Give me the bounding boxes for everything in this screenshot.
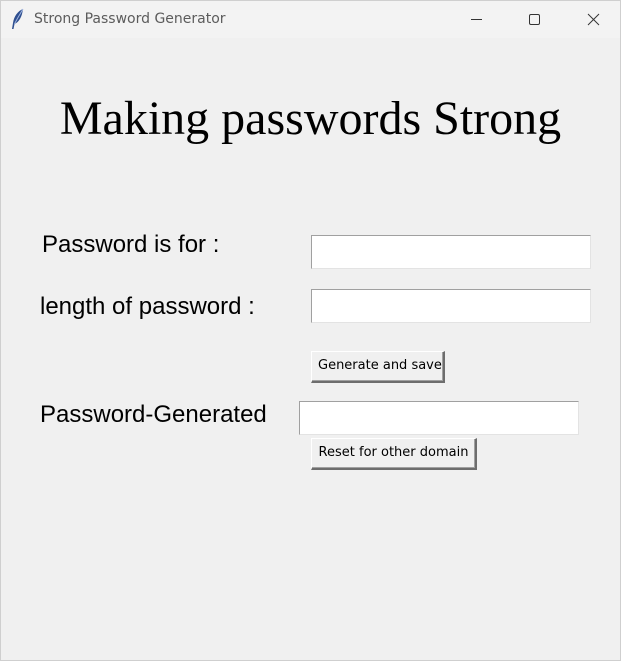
password-length-label: length of password : [40,293,255,320]
reset-button[interactable]: Reset for other domain [311,438,477,470]
password-generated-output[interactable] [299,401,579,435]
close-button[interactable] [563,1,621,38]
password-for-input[interactable] [311,235,591,269]
title-bar[interactable]: Strong Password Generator [1,1,620,38]
generate-save-button[interactable]: Generate and save [311,351,445,383]
page-title: Making passwords Strong [59,92,562,145]
password-for-label: Password is for : [42,231,220,258]
maximize-button[interactable] [505,1,563,38]
window-title: Strong Password Generator [34,11,226,27]
feather-icon [10,8,26,30]
password-length-input[interactable] [311,289,591,323]
app-window: Strong Password Generator Making passwor… [0,0,621,661]
minimize-button[interactable] [447,1,505,38]
password-generated-label: Password-Generated [40,401,267,428]
